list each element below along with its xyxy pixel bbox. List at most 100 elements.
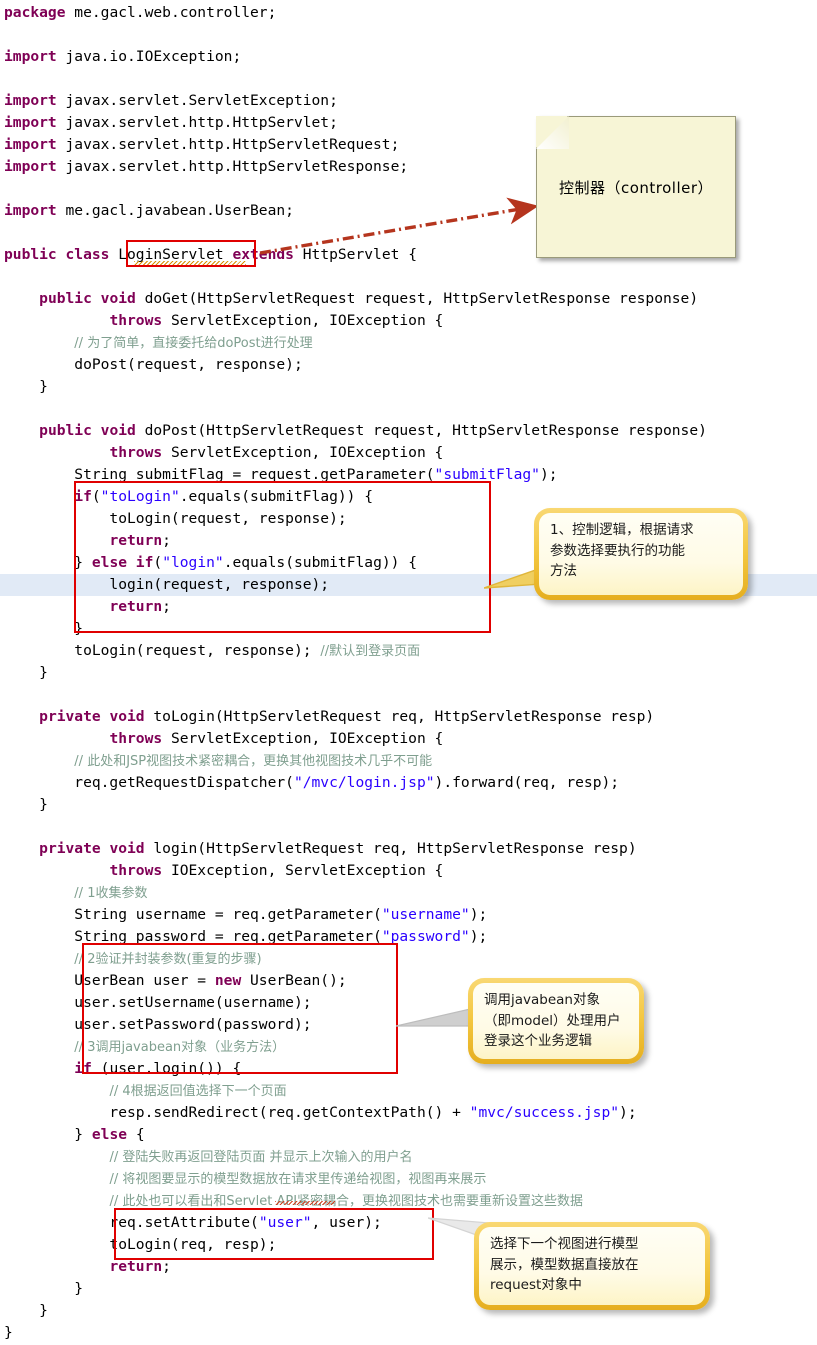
code-token-cm: // 此处也可以看出和Servlet API紧密耦合，更换视图技术也需要重新设置… xyxy=(109,1194,584,1209)
code-token-pl: String username = req.getParameter( xyxy=(4,906,382,923)
code-line[interactable]: import javax.servlet.ServletException; xyxy=(0,90,817,112)
callout-3: 选择下一个视图进行模型 展示，模型数据直接放在 request对象中 xyxy=(474,1222,710,1310)
code-token-pl: javax.servlet.http.HttpServletRequest; xyxy=(56,136,400,153)
code-line[interactable] xyxy=(0,68,817,90)
code-token-kw: return xyxy=(109,1258,163,1275)
code-line[interactable]: throws IOException, ServletException { xyxy=(0,860,817,882)
code-line[interactable]: // 此处和JSP视图技术紧密耦合，更换其他视图技术几乎不可能 xyxy=(0,750,817,772)
code-token-pl: IOException, ServletException { xyxy=(162,862,444,879)
code-line[interactable] xyxy=(0,266,817,288)
code-line[interactable]: // 4根据返回值选择下一个页面 xyxy=(0,1080,817,1102)
code-line[interactable]: String username = req.getParameter("user… xyxy=(0,904,817,926)
code-token-pl: { xyxy=(127,1126,145,1143)
code-line[interactable] xyxy=(0,816,817,838)
code-token-str: "mvc/success.jsp" xyxy=(469,1104,620,1121)
code-line[interactable]: private void toLogin(HttpServletRequest … xyxy=(0,706,817,728)
code-line[interactable]: // 1收集参数 xyxy=(0,882,817,904)
code-token-str: "username" xyxy=(381,906,470,923)
code-line[interactable]: toLogin(request, response); //默认到登录页面 xyxy=(0,640,817,662)
code-token-cm: // 登陆失败再返回登陆页面 并显示上次输入的用户名 xyxy=(109,1150,413,1165)
code-line[interactable]: } xyxy=(0,662,817,684)
code-token-kw: import xyxy=(4,202,57,219)
code-token-cm: // 将视图要显示的模型数据放在请求里传递给视图，视图再来展示 xyxy=(109,1172,487,1187)
code-line[interactable]: public void doGet(HttpServletRequest req… xyxy=(0,288,817,310)
code-token-kw: public void xyxy=(39,290,136,307)
code-token-pl: doPost(request, response); xyxy=(4,356,303,373)
code-token-pl: } xyxy=(4,378,48,395)
code-token-pl: ServletException, IOException { xyxy=(162,312,444,329)
code-line[interactable]: throws ServletException, IOException { xyxy=(0,310,817,332)
callout-2-label: 调用javabean对象 （即model）处理用户 登录这个业务逻辑 xyxy=(473,983,639,1059)
code-line[interactable]: public void doPost(HttpServletRequest re… xyxy=(0,420,817,442)
code-token-kw: import xyxy=(4,158,57,175)
code-token-cm: //默认到登录页面 xyxy=(320,644,421,659)
code-token-kw: import xyxy=(4,92,57,109)
code-line[interactable] xyxy=(0,24,817,46)
code-line[interactable]: throws ServletException, IOException { xyxy=(0,442,817,464)
code-line[interactable]: // 为了简单，直接委托给doPost进行处理 xyxy=(0,332,817,354)
code-line[interactable]: } xyxy=(0,794,817,816)
note-controller-label: 控制器（controller） xyxy=(558,178,714,197)
callout-2: 调用javabean对象 （即model）处理用户 登录这个业务逻辑 xyxy=(468,978,644,1064)
code-line[interactable]: // 将视图要显示的模型数据放在请求里传递给视图，视图再来展示 xyxy=(0,1168,817,1190)
code-line[interactable] xyxy=(0,684,817,706)
code-token-pl: ; xyxy=(162,1258,171,1275)
code-token-pl: ).forward(req, resp); xyxy=(434,774,620,791)
code-token-str: "/mvc/login.jsp" xyxy=(293,774,435,791)
code-token-pl: resp.sendRedirect(req.getContextPath() + xyxy=(4,1104,470,1121)
code-token-kw: public void xyxy=(39,422,136,439)
red-box-view-select xyxy=(114,1208,434,1260)
code-token-pl: ServletException, IOException { xyxy=(162,444,444,461)
code-token-pl: } xyxy=(4,1302,48,1319)
code-line[interactable]: doPost(request, response); xyxy=(0,354,817,376)
red-box-model-call xyxy=(82,943,398,1074)
callout-1: 1、控制逻辑，根据请求 参数选择要执行的功能 方法 xyxy=(534,508,748,600)
code-line[interactable] xyxy=(0,398,817,420)
code-line[interactable]: resp.sendRedirect(req.getContextPath() +… xyxy=(0,1102,817,1124)
code-token-pl: } xyxy=(4,1126,92,1143)
code-line[interactable]: } else { xyxy=(0,1124,817,1146)
code-line[interactable]: req.getRequestDispatcher("/mvc/login.jsp… xyxy=(0,772,817,794)
code-line[interactable]: throws ServletException, IOException { xyxy=(0,728,817,750)
code-line[interactable]: import java.io.IOException; xyxy=(0,46,817,68)
code-line[interactable]: } xyxy=(0,376,817,398)
code-line[interactable]: // 登陆失败再返回登陆页面 并显示上次输入的用户名 xyxy=(0,1146,817,1168)
code-token-kw: private void xyxy=(39,708,145,725)
code-token-kw: import xyxy=(4,136,57,153)
code-token-pl: ); xyxy=(539,466,558,483)
code-line[interactable]: package me.gacl.web.controller; xyxy=(0,2,817,24)
code-token-kw: import xyxy=(4,114,57,131)
code-token-kw: throws xyxy=(109,730,163,747)
code-token-kw: throws xyxy=(109,444,163,461)
code-token-cm: // 为了简单，直接委托给doPost进行处理 xyxy=(74,336,313,351)
code-token-pl: me.gacl.web.controller; xyxy=(65,4,277,21)
code-token-pl: } xyxy=(4,620,84,637)
code-token-pl: ); xyxy=(469,906,488,923)
code-token-kw: public class xyxy=(4,246,110,263)
code-token-pl: javax.servlet.http.HttpServletResponse; xyxy=(56,158,409,175)
code-token-pl: javax.servlet.ServletException; xyxy=(56,92,338,109)
code-line[interactable]: } xyxy=(0,1322,817,1344)
code-token-kw: import xyxy=(4,48,57,65)
code-line[interactable]: private void login(HttpServletRequest re… xyxy=(0,838,817,860)
code-token-pl: javax.servlet.http.HttpServlet; xyxy=(56,114,338,131)
code-token-pl: } xyxy=(4,1280,84,1297)
code-token-pl: toLogin(request, response); xyxy=(4,642,321,659)
code-token-pl: } xyxy=(4,1324,13,1341)
code-token-cm: // 4根据返回值选择下一个页面 xyxy=(109,1084,287,1099)
callout-1-label: 1、控制逻辑，根据请求 参数选择要执行的功能 方法 xyxy=(539,513,743,595)
